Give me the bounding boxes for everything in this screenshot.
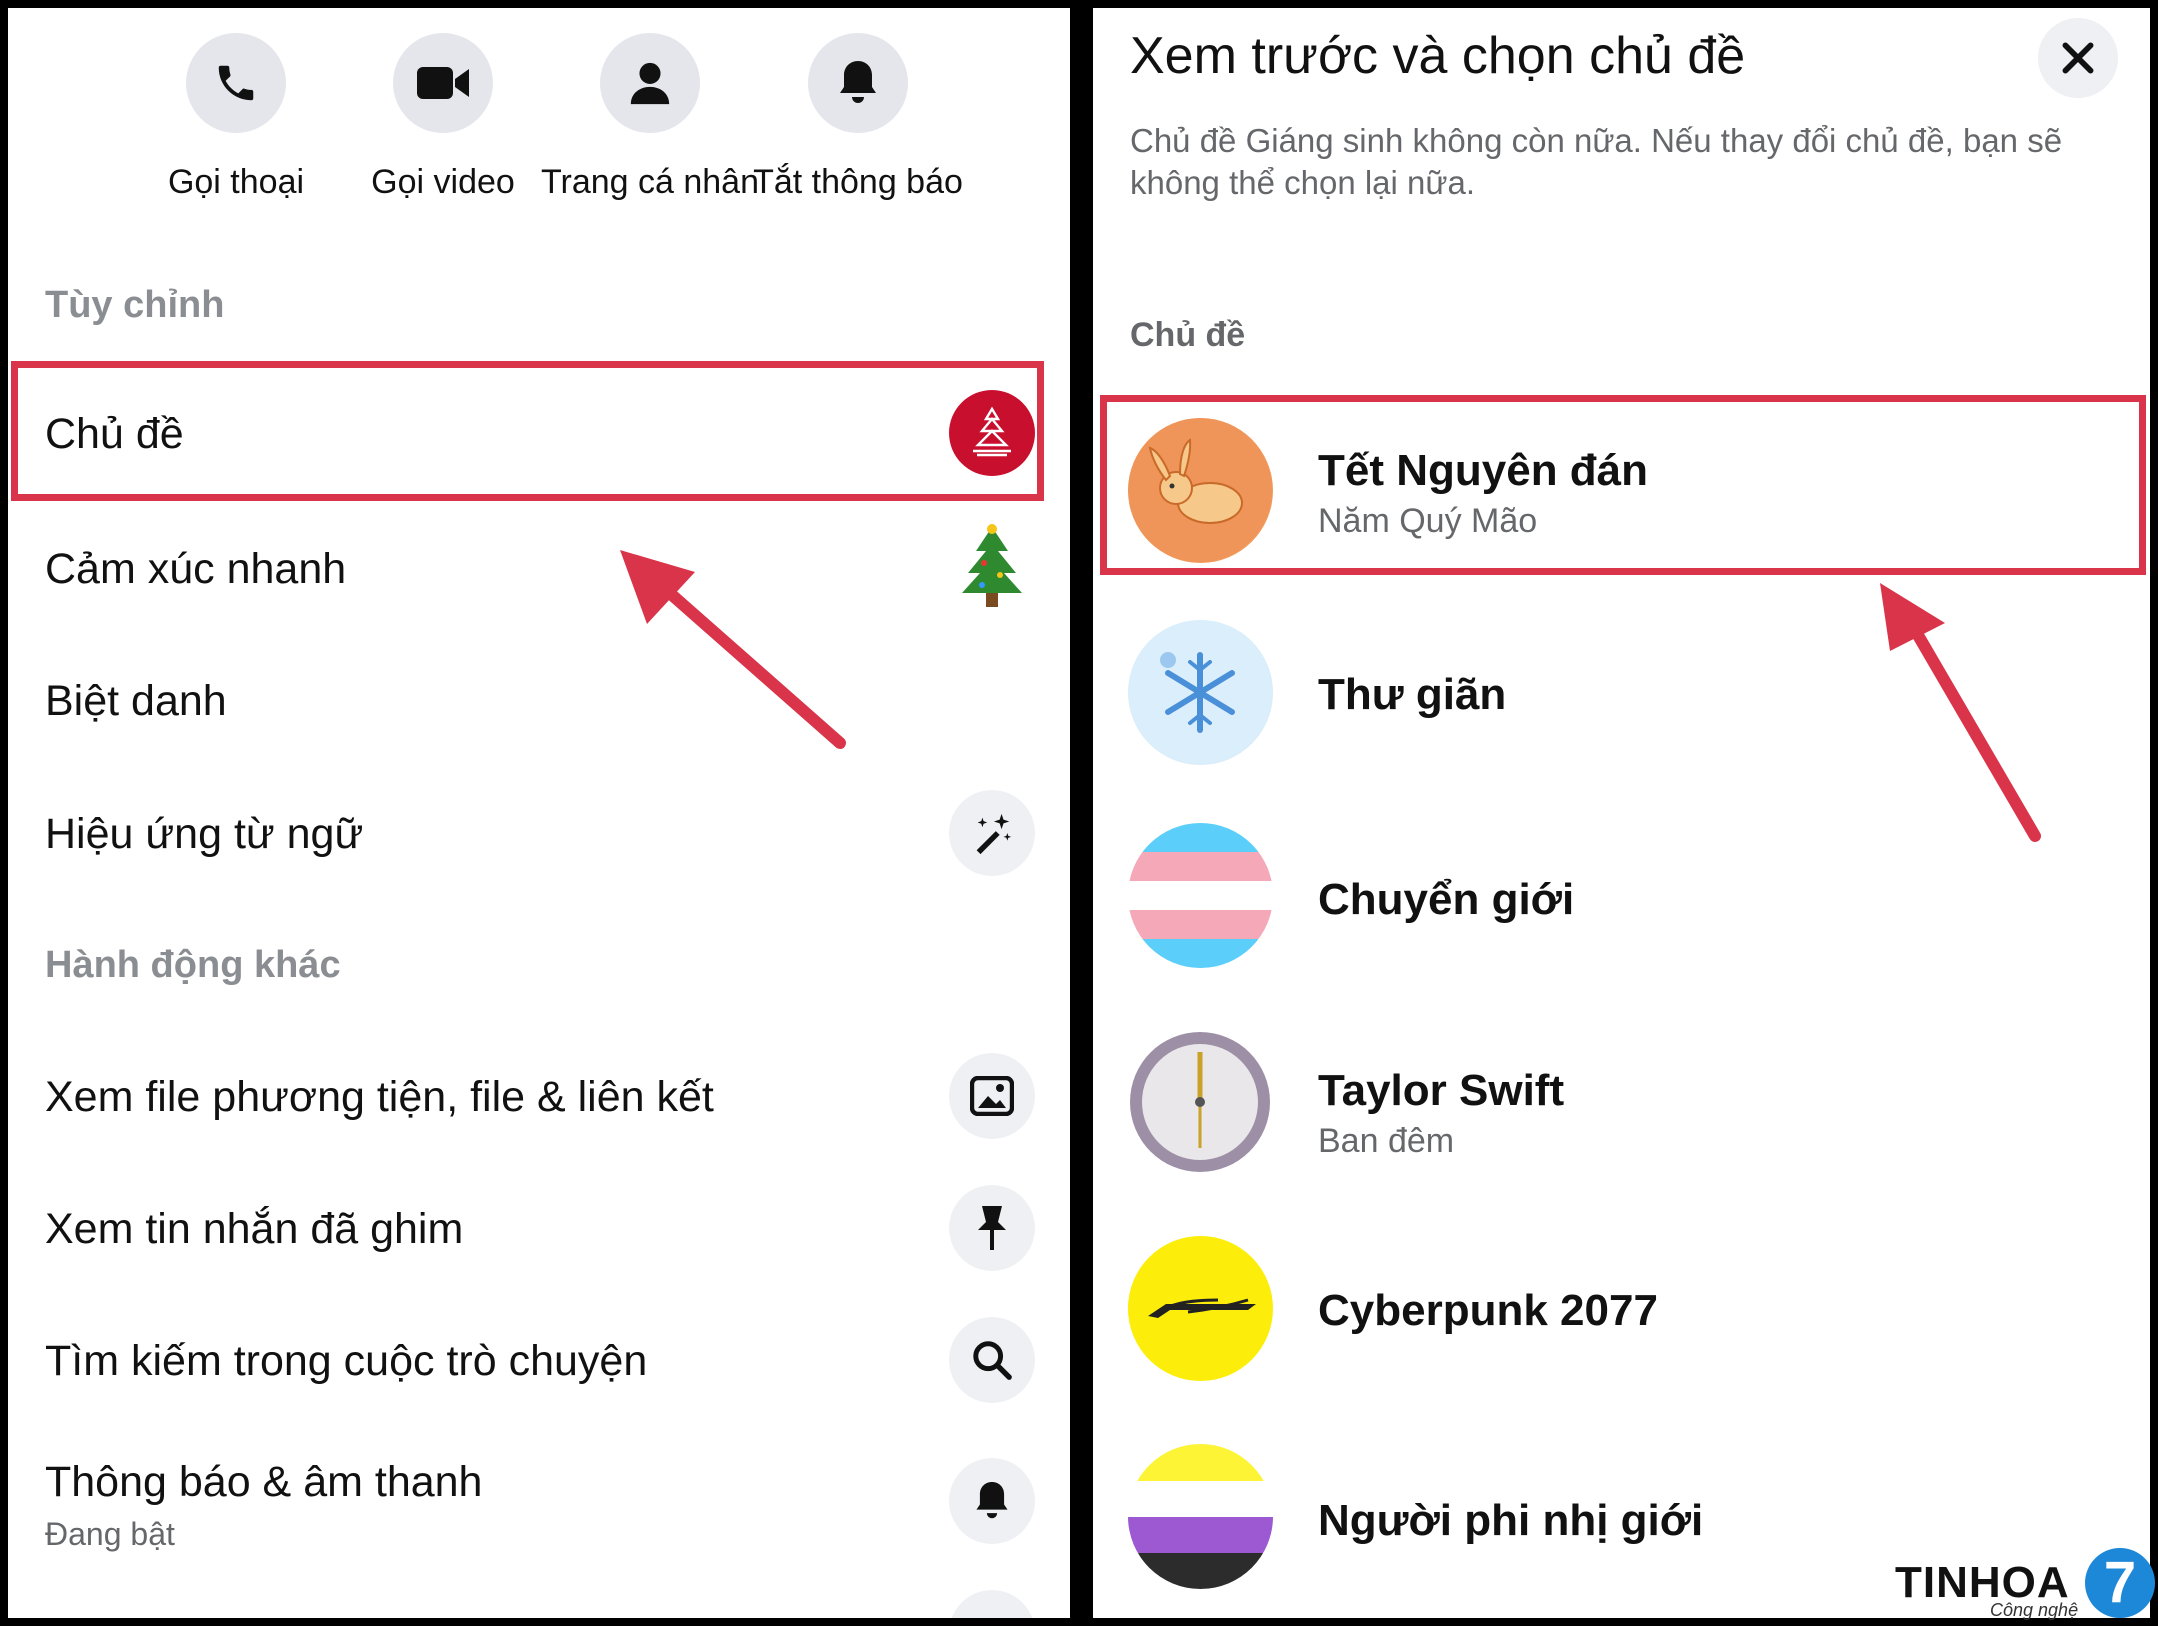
- nonbinary-flag-icon: [1128, 1444, 1273, 1589]
- tinhoa-logo: TINHOA Công nghệ 7: [1895, 1548, 2155, 1623]
- pin-icon: [949, 1185, 1035, 1271]
- theme-name: Cyberpunk 2077: [1318, 1286, 1658, 1335]
- notifications-sound-label: Thông báo & âm thanh: [45, 1458, 483, 1506]
- conversation-settings-panel: Gọi thoại Gọi video Trang cá nhân Tắt th…: [8, 8, 1070, 1618]
- image-icon: [949, 1053, 1035, 1139]
- clock-icon: [1128, 1030, 1273, 1175]
- media-files-row[interactable]: Xem file phương tiện, file & liên kết: [8, 1031, 1070, 1161]
- magic-wand-icon: [949, 790, 1035, 876]
- video-camera-icon: [393, 33, 493, 133]
- christmas-tree-icon: [949, 523, 1035, 609]
- mute-label: Tắt thông báo: [753, 163, 963, 201]
- customize-header: Tùy chỉnh: [45, 284, 225, 326]
- theme-sub: Ban đêm: [1318, 1122, 1455, 1160]
- theme-highlight-box: [11, 361, 1044, 501]
- word-effects-row[interactable]: Hiệu ứng từ ngữ: [8, 768, 1070, 898]
- notifications-sound-status: Đang bật: [45, 1516, 175, 1552]
- theme-name: Taylor Swift: [1318, 1066, 1565, 1115]
- pointer-arrow-right: [1880, 583, 2041, 842]
- quick-reaction-row[interactable]: Cảm xúc nhanh: [8, 503, 1070, 633]
- nickname-label: Biệt danh: [45, 677, 227, 725]
- theme-name: Người phi nhị giới: [1318, 1496, 1704, 1545]
- nickname-row[interactable]: Biệt danh: [8, 635, 1070, 765]
- quick-reaction-label: Cảm xúc nhanh: [45, 545, 347, 593]
- phone-icon: [186, 33, 286, 133]
- panel-description: Chủ đề Giáng sinh không còn nữa. Nếu tha…: [1130, 122, 2063, 201]
- video-label: Gọi video: [371, 163, 515, 201]
- theme-name: Chuyển giới: [1318, 875, 1575, 924]
- logo-badge: 7: [2085, 1548, 2155, 1618]
- theme-item-cyberpunk[interactable]: Cyberpunk 2077: [1093, 1236, 2150, 1396]
- theme-item-taylor-swift[interactable]: Taylor Swift Ban đêm: [1093, 1030, 2150, 1190]
- search-conversation-label: Tìm kiếm trong cuộc trò chuyện: [45, 1337, 648, 1385]
- media-files-label: Xem file phương tiện, file & liên kết: [45, 1073, 714, 1121]
- call-label: Gọi thoại: [167, 163, 305, 201]
- snowflake-icon: [1128, 620, 1273, 765]
- search-icon: [949, 1317, 1035, 1403]
- profile-label: Trang cá nhân: [541, 163, 759, 201]
- themes-section-header: Chủ đề: [1130, 316, 1246, 354]
- logo-tagline: Công nghệ: [1990, 1600, 2079, 1620]
- mute-action[interactable]: Tắt thông báo: [748, 33, 968, 202]
- profile-action[interactable]: Trang cá nhân: [540, 33, 760, 202]
- call-action[interactable]: Gọi thoại: [126, 33, 346, 202]
- other-actions-header: Hành động khác: [45, 944, 341, 986]
- bell-icon: [808, 33, 908, 133]
- quick-actions: Gọi thoại Gọi video Trang cá nhân Tắt th…: [8, 33, 1070, 203]
- video-action[interactable]: Gọi video: [333, 33, 553, 202]
- word-effects-label: Hiệu ứng từ ngữ: [45, 810, 364, 858]
- bell-icon: [949, 1458, 1035, 1544]
- tet-highlight-box: [1100, 395, 2146, 575]
- next-row-icon: [949, 1590, 1035, 1618]
- pinned-messages-label: Xem tin nhắn đã ghim: [45, 1205, 464, 1253]
- panel-title: Xem trước và chọn chủ đề: [1130, 27, 1746, 85]
- notifications-sound-row[interactable]: Thông báo & âm thanh Đang bật: [8, 1428, 1070, 1568]
- trans-flag-icon: [1128, 823, 1273, 968]
- person-icon: [600, 33, 700, 133]
- pinned-messages-row[interactable]: Xem tin nhắn đã ghim: [8, 1163, 1070, 1293]
- cyberpunk-logo-icon: [1128, 1236, 1273, 1381]
- search-conversation-row[interactable]: Tìm kiếm trong cuộc trò chuyện: [8, 1295, 1070, 1425]
- close-button[interactable]: [2038, 18, 2118, 98]
- close-icon: [2062, 42, 2094, 74]
- pointer-arrow-left: [620, 550, 846, 749]
- theme-name: Thư giãn: [1318, 670, 1507, 719]
